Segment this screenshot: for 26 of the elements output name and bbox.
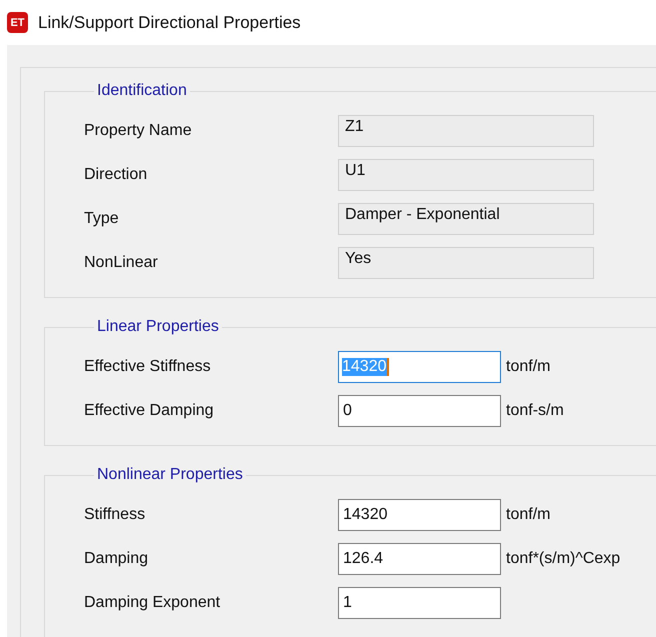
input-field[interactable]: 1 <box>338 587 501 619</box>
group-title: Identification <box>96 81 188 101</box>
app-icon: ET <box>7 12 28 33</box>
field-label: NonLinear <box>84 254 159 272</box>
field-label: Direction <box>84 166 148 184</box>
readonly-field[interactable]: Yes <box>338 247 594 279</box>
window-title: Link/Support Directional Properties <box>38 12 301 32</box>
unit-label: tonf*(s/m)^Cexp <box>506 550 620 568</box>
field-label: Effective Stiffness <box>84 358 212 376</box>
readonly-field[interactable]: U1 <box>338 159 594 191</box>
group-title: Nonlinear Properties <box>96 465 244 485</box>
field-label: Effective Damping <box>84 402 215 420</box>
readonly-field[interactable]: Damper - Exponential <box>338 203 594 235</box>
input-field[interactable]: 14320 <box>338 499 501 531</box>
readonly-field[interactable]: Z1 <box>338 115 594 147</box>
unit-label: tonf/m <box>506 358 550 376</box>
input-field[interactable]: 0 <box>338 395 501 427</box>
field-label: Property Name <box>84 122 193 140</box>
field-label: Damping Exponent <box>84 594 222 612</box>
group-title: Linear Properties <box>96 317 220 337</box>
field-label: Type <box>84 210 120 228</box>
field-label: Stiffness <box>84 506 146 524</box>
field-label: Damping <box>84 550 150 568</box>
unit-label: tonf/m <box>506 506 550 524</box>
unit-label: tonf-s/m <box>506 402 564 420</box>
input-field[interactable]: 126.4 <box>338 543 501 575</box>
